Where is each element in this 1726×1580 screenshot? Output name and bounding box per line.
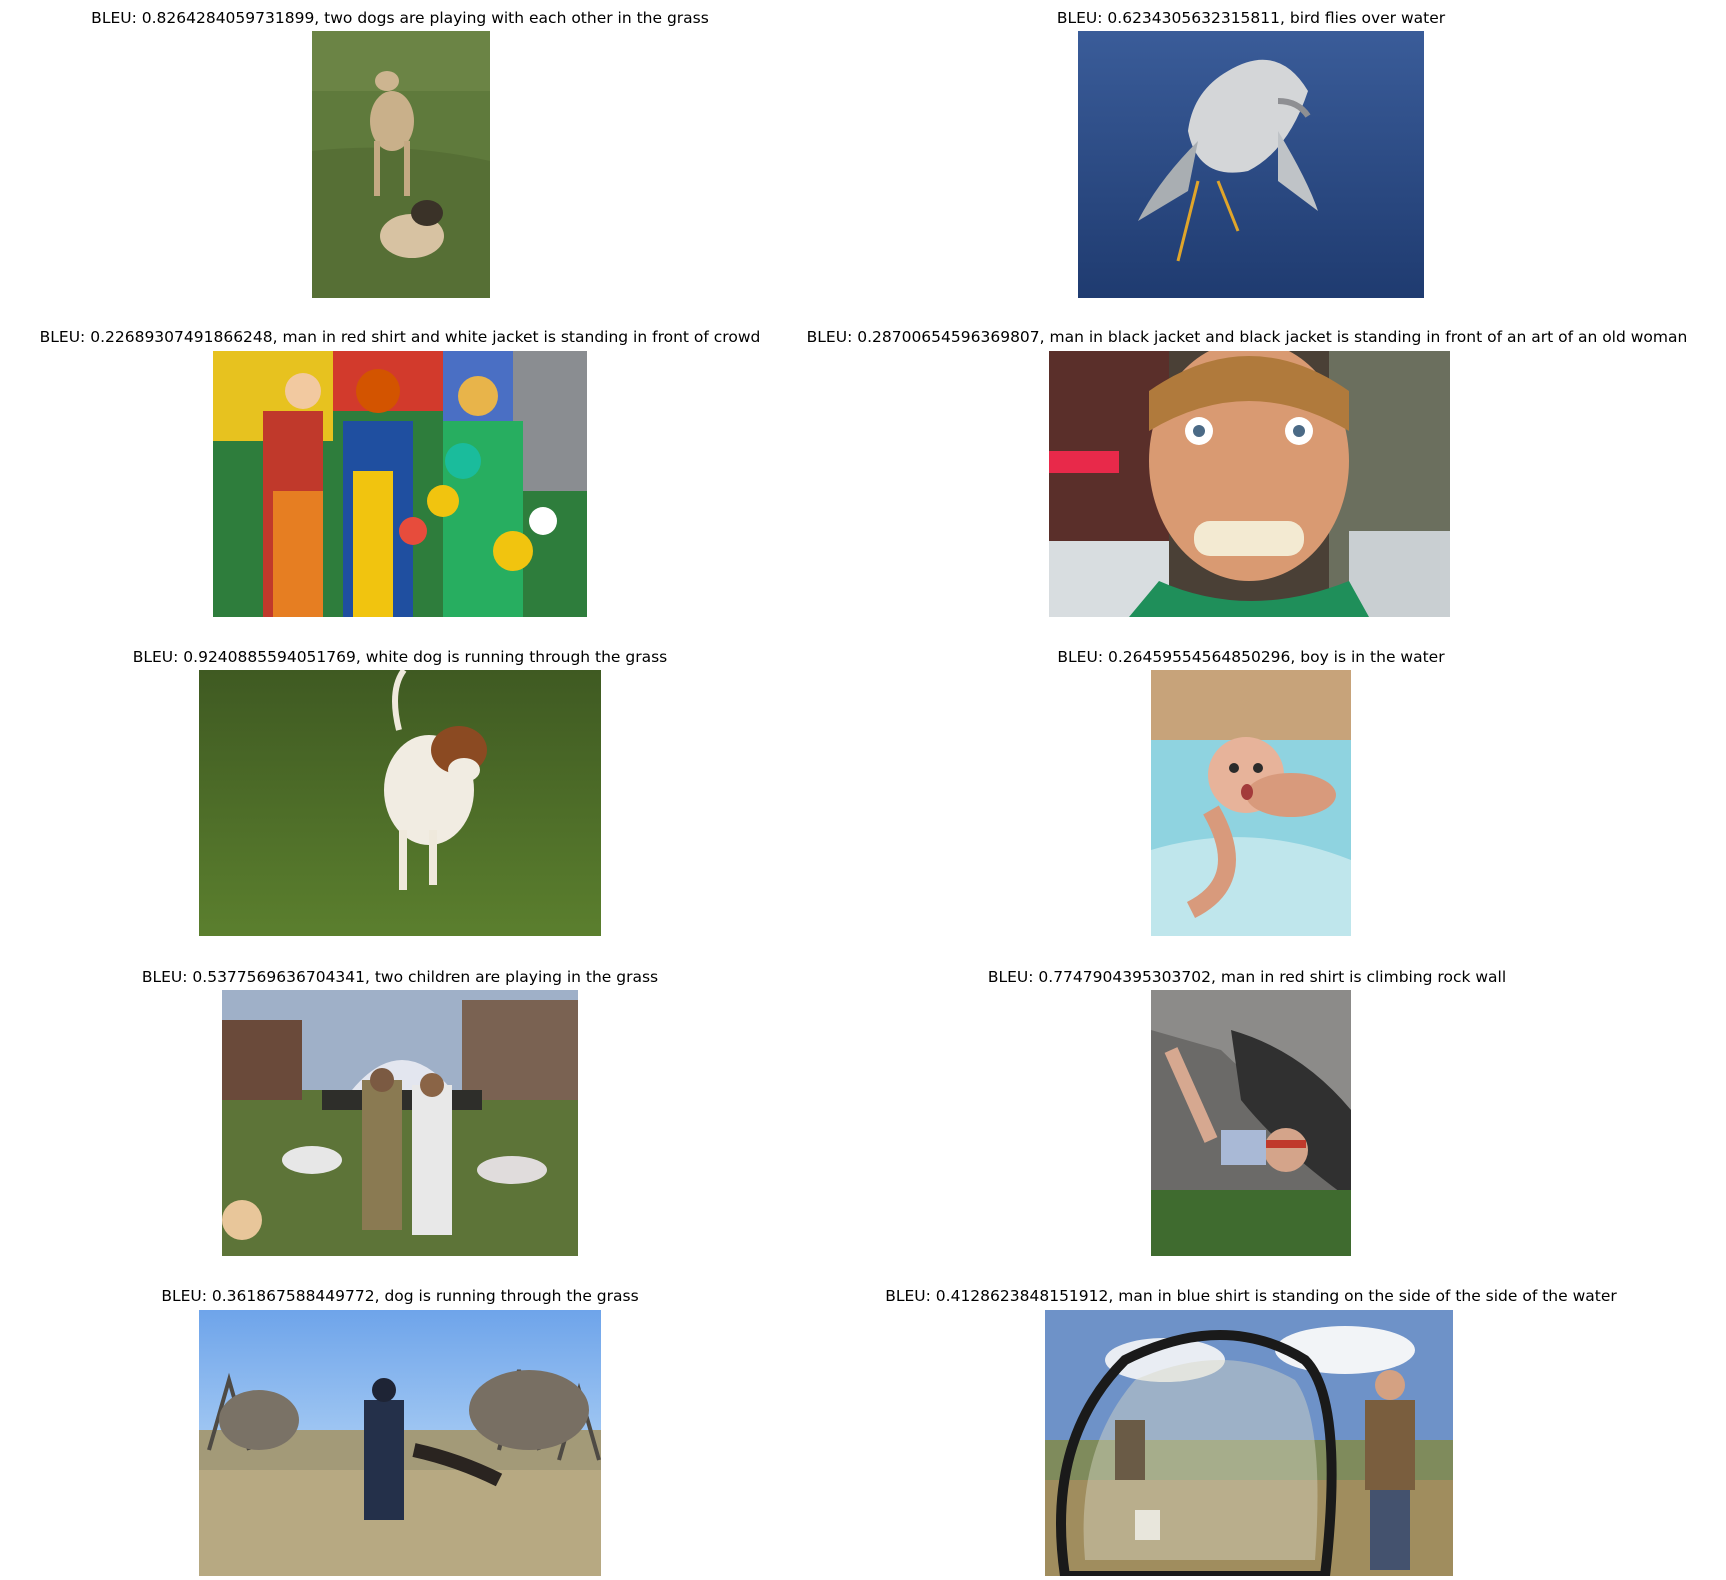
photo-baby-swimming — [1151, 670, 1351, 936]
caption-10: BLEU: 0.4128623848151912, man in blue sh… — [885, 1287, 1617, 1305]
photo-police-dog — [199, 1310, 601, 1576]
caption-6: BLEU: 0.26459554564850296, boy is in the… — [1057, 648, 1445, 666]
caption-7: BLEU: 0.5377569636704341, two children a… — [141, 968, 659, 986]
photo-running-dog — [199, 670, 601, 936]
photo-rock-climber — [1151, 990, 1351, 1256]
caption-2: BLEU: 0.6234305632315811, bird flies ove… — [1056, 9, 1446, 27]
photo-fountain-lawn — [222, 990, 578, 1256]
photo-batting-net — [1045, 1310, 1453, 1576]
photo-clowns — [213, 351, 587, 617]
caption-1: BLEU: 0.8264284059731899, two dogs are p… — [91, 9, 709, 27]
caption-5: BLEU: 0.9240885594051769, white dog is r… — [132, 648, 668, 666]
photo-heron — [1078, 31, 1424, 298]
caption-3: BLEU: 0.22689307491866248, man in red sh… — [39, 328, 761, 346]
caption-8: BLEU: 0.7747904395303702, man in red shi… — [987, 968, 1507, 986]
caption-9: BLEU: 0.361867588449772, dog is running … — [161, 1287, 639, 1305]
caption-4: BLEU: 0.28700654596369807, man in black … — [806, 328, 1688, 346]
photo-grinning-man — [1049, 351, 1450, 617]
photo-two-dogs — [312, 31, 490, 298]
